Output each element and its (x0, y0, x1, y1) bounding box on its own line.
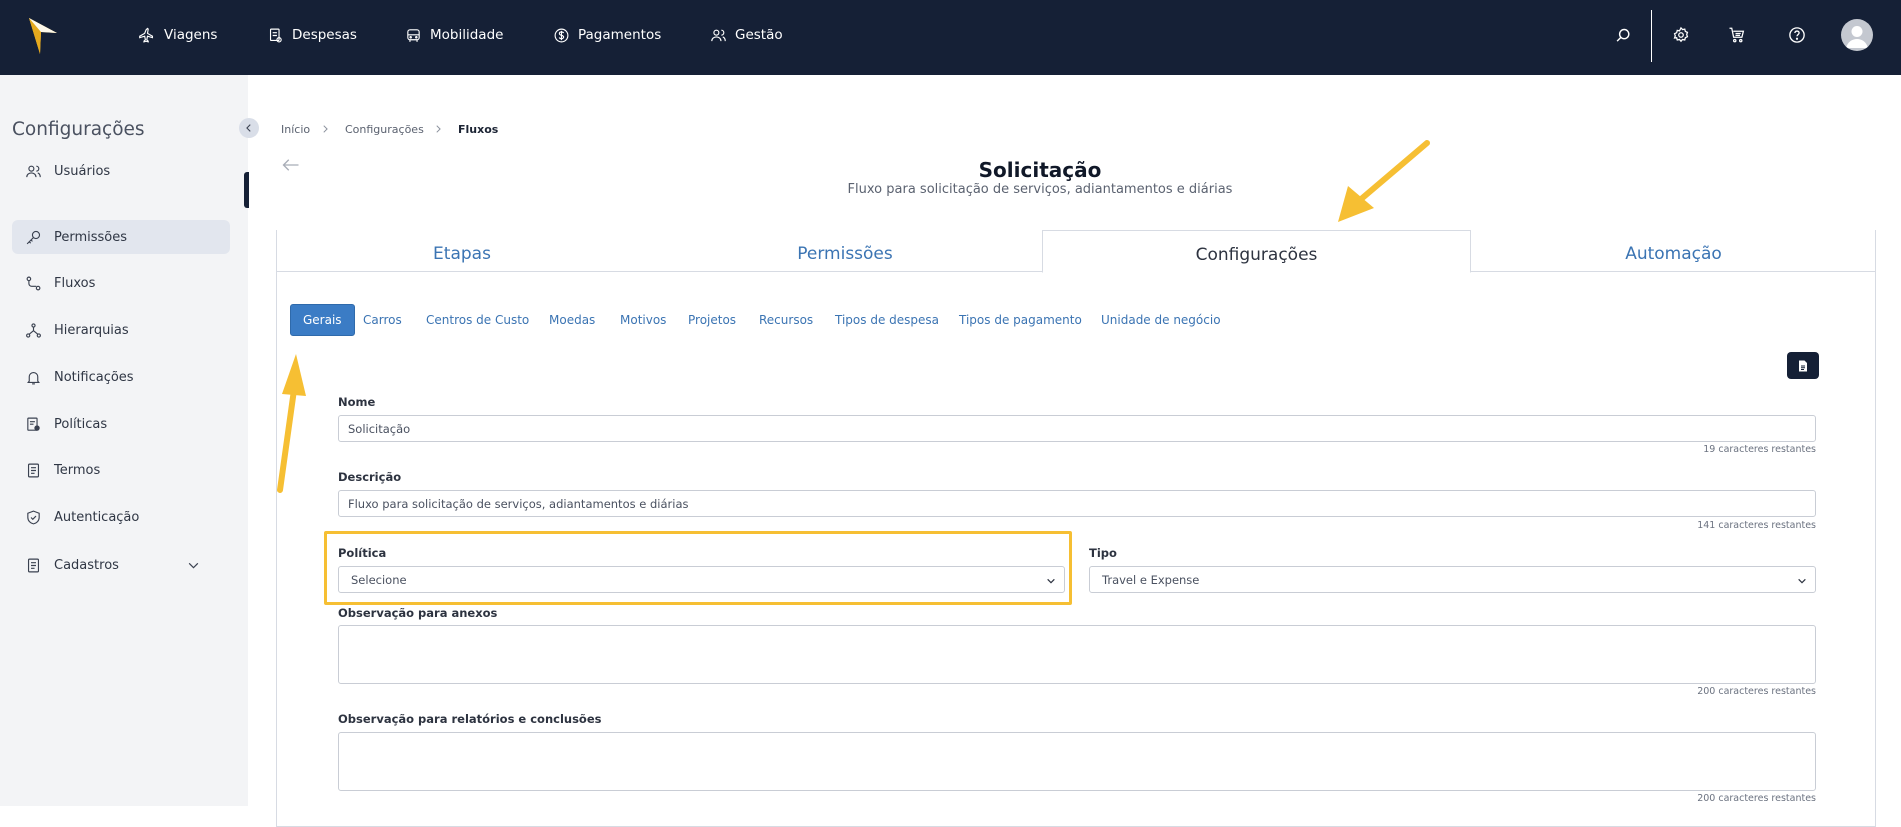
sidebar: Configurações Usuários Permissões Fluxos… (0, 75, 248, 806)
car-icon (407, 28, 420, 42)
sidebar-item-label: Usuários (54, 163, 111, 179)
sidebar-item-label: Notificações (54, 369, 134, 385)
subtab-centros-de-custo[interactable]: Centros de Custo (426, 304, 529, 336)
page-title: Solicitação (978, 158, 1102, 182)
topbar-divider (1651, 10, 1652, 62)
subtab-gerais[interactable]: Gerais (290, 304, 355, 336)
subtab-recursos[interactable]: Recursos (759, 304, 813, 336)
nome-counter: 19 caracteres restantes (1703, 444, 1816, 455)
main-content: Início Configurações Fluxos Solicitação … (248, 75, 1901, 827)
descricao-counter: 141 caracteres restantes (1697, 520, 1816, 531)
obs-relatorios-textarea[interactable] (338, 732, 1816, 791)
subtab-unidade-de-negocio[interactable]: Unidade de negócio (1101, 304, 1221, 336)
dollar-icon (554, 28, 569, 42)
chevron-down-icon (188, 562, 199, 569)
nome-input[interactable]: Solicitação (338, 415, 1816, 442)
policy-icon (27, 417, 40, 431)
tab-automacao[interactable]: Automação (1471, 237, 1876, 271)
breadcrumb-fluxos: Fluxos (458, 123, 499, 136)
tab-configuracoes[interactable]: Configurações (1042, 230, 1471, 273)
sidebar-item-termos[interactable]: Termos (12, 453, 230, 487)
top-navbar: Viagens Despesas Mobilidade Pagamentos G… (0, 0, 1901, 75)
nav-pagamentos[interactable]: Pagamentos (553, 24, 661, 46)
subtab-motivos[interactable]: Motivos (620, 304, 666, 336)
descricao-value: Fluxo para solicitação de serviços, adia… (348, 496, 689, 511)
chevron-right-icon (323, 125, 328, 133)
nav-gestao-label: Gestão (735, 27, 783, 43)
sidebar-item-label: Permissões (54, 229, 128, 245)
nome-label: Nome (338, 395, 376, 409)
cart-icon[interactable] (1726, 24, 1748, 46)
help-icon[interactable] (1786, 24, 1808, 46)
descricao-label: Descrição (338, 470, 402, 484)
sidebar-item-hierarquias[interactable]: Hierarquias (12, 313, 230, 347)
sidebar-item-label: Hierarquias (54, 322, 129, 338)
obs-relatorios-label: Observação para relatórios e conclusões (338, 712, 602, 726)
subtab-carros[interactable]: Carros (363, 304, 402, 336)
obs-anexos-label: Observação para anexos (338, 606, 498, 620)
subtab-projetos[interactable]: Projetos (688, 304, 736, 336)
nav-mobilidade-label: Mobilidade (430, 27, 504, 43)
hierarchy-icon (26, 322, 41, 338)
tipo-select[interactable]: Travel e Expense (1089, 566, 1816, 593)
sidebar-item-fluxos[interactable]: Fluxos (12, 266, 230, 300)
app-logo-icon[interactable] (28, 17, 58, 55)
chevron-down-icon (1798, 578, 1806, 584)
tab-etapas[interactable]: Etapas (276, 237, 648, 271)
subtab-tipos-de-despesa[interactable]: Tipos de despesa (835, 304, 939, 336)
search-icon[interactable] (1612, 24, 1634, 46)
nav-mobilidade[interactable]: Mobilidade (405, 24, 503, 46)
sidebar-item-label: Fluxos (54, 275, 96, 291)
sidebar-item-usuarios[interactable]: Usuários (12, 154, 230, 188)
nav-gestao[interactable]: Gestão (710, 24, 783, 46)
politica-select[interactable]: Selecione (338, 566, 1065, 593)
document-icon (1799, 360, 1807, 371)
sidebar-item-label: Termos (54, 462, 101, 478)
bell-icon (27, 371, 40, 384)
sidebar-item-politicas[interactable]: Políticas (12, 407, 230, 441)
users-icon (711, 29, 726, 41)
nav-viagens[interactable]: Viagens (139, 24, 217, 46)
nome-value: Solicitação (348, 421, 411, 436)
sidebar-item-label: Autenticação (54, 509, 140, 525)
user-avatar[interactable] (1841, 19, 1873, 51)
nav-viagens-label: Viagens (164, 27, 218, 43)
tipo-label: Tipo (1089, 546, 1117, 560)
subtab-moedas[interactable]: Moedas (549, 304, 595, 336)
chevron-right-icon (436, 125, 441, 133)
shield-icon (27, 510, 40, 524)
obs-anexos-textarea[interactable] (338, 625, 1816, 684)
chevron-down-icon (1047, 578, 1055, 584)
page-subtitle: Fluxo para solicitação de serviços, adia… (847, 182, 1233, 197)
breadcrumb-configuracoes[interactable]: Configurações (345, 123, 424, 136)
key-icon (26, 230, 41, 244)
nav-despesas[interactable]: Despesas (267, 24, 357, 46)
users-icon (26, 165, 41, 177)
receipt-icon (269, 28, 282, 42)
sidebar-item-permissoes[interactable]: Permissões (12, 220, 230, 254)
sidebar-item-label: Políticas (54, 416, 108, 432)
sidebar-title: Configurações (12, 119, 145, 140)
tipo-value: Travel e Expense (1102, 572, 1200, 587)
flow-icon (26, 276, 41, 290)
politica-value: Selecione (351, 572, 407, 587)
nav-despesas-label: Despesas (292, 27, 357, 43)
airplane-icon (139, 27, 154, 43)
tab-permissoes[interactable]: Permissões (648, 237, 1042, 271)
register-icon (27, 558, 40, 572)
obs-anexos-counter: 200 caracteres restantes (1697, 686, 1816, 697)
gear-icon[interactable] (1670, 24, 1692, 46)
obs-relatorios-counter: 200 caracteres restantes (1697, 793, 1816, 804)
sidebar-item-cadastros[interactable]: Cadastros (12, 548, 230, 582)
politica-label: Política (338, 546, 387, 560)
export-document-button[interactable] (1787, 352, 1819, 379)
document-icon (27, 463, 40, 477)
breadcrumb-inicio[interactable]: Início (281, 123, 310, 136)
sidebar-item-notificacoes[interactable]: Notificações (12, 360, 230, 394)
sidebar-item-autenticacao[interactable]: Autenticação (12, 500, 230, 534)
sidebar-item-label: Cadastros (54, 557, 119, 573)
descricao-input[interactable]: Fluxo para solicitação de serviços, adia… (338, 490, 1816, 517)
nav-pagamentos-label: Pagamentos (578, 27, 662, 43)
subtab-tipos-de-pagamento[interactable]: Tipos de pagamento (959, 304, 1082, 336)
